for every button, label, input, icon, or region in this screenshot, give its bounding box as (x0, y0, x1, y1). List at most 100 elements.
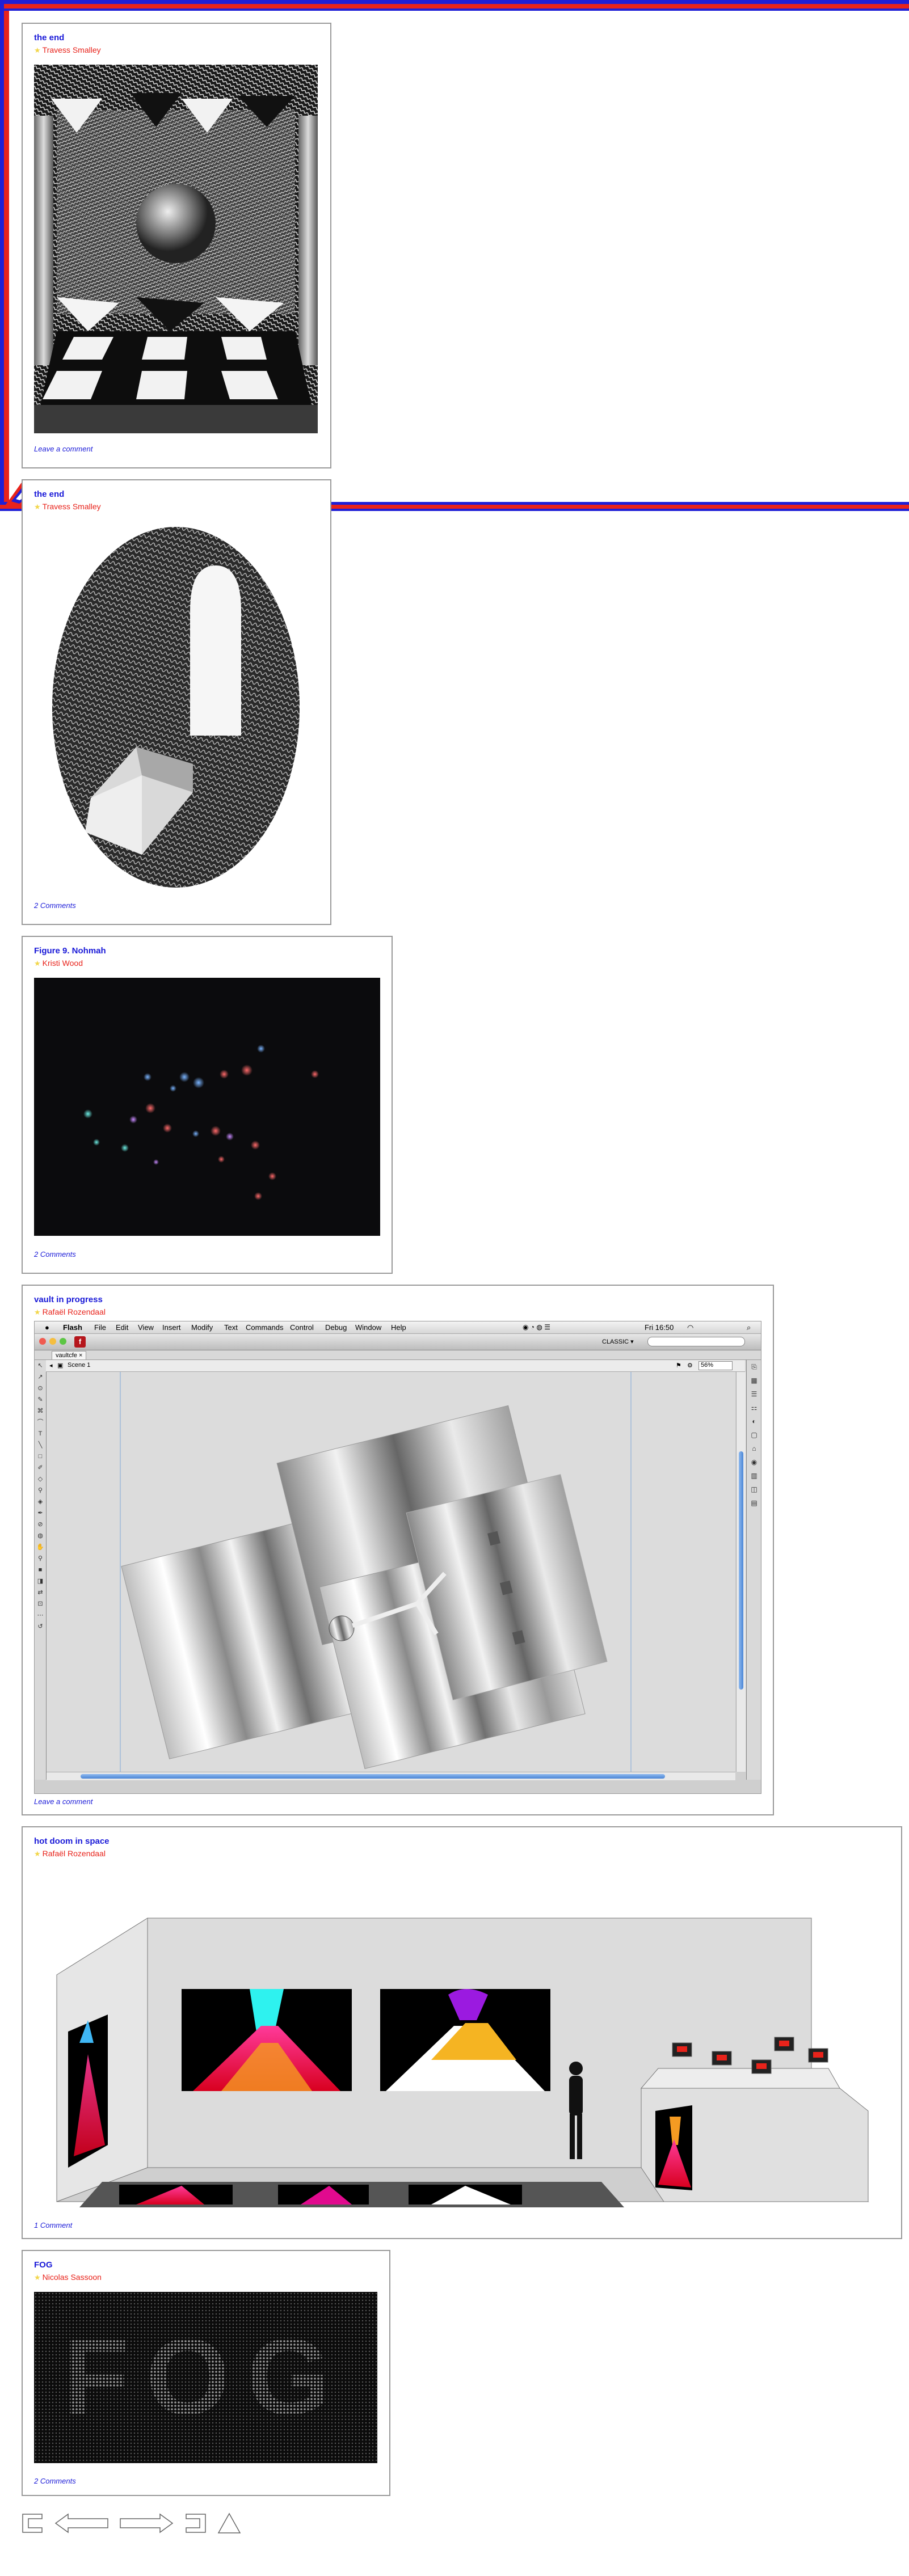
post-fog: FOG ★ Nicolas Sassoon FOG 2 Comments (22, 2250, 390, 2496)
star-icon: ★ (34, 46, 41, 54)
stage-canvas[interactable] (47, 1372, 735, 1772)
comments-link[interactable]: Leave a comment (34, 445, 92, 453)
top-border-stripe-red (0, 4, 909, 9)
author-name[interactable]: Nicolas Sassoon (43, 2273, 102, 2282)
menu-debug[interactable]: Debug (325, 1323, 347, 1332)
post-author[interactable]: ★ Nicolas Sassoon (34, 2273, 102, 2282)
comments-link[interactable]: 1 Comment (34, 2221, 72, 2229)
scene-icon: ▣ (57, 1362, 64, 1369)
tools-panel: ↖ ↗ ⊙ ✎ ⌘ ⌒ T ╲ □ ✐ ◇ ⚲ ◈ ✒ ⊘ ◍ ✋ ⚲ ■ ◨ ⇄ ⊡ ⋯ ↺ (35, 1360, 47, 1780)
post-the-end-2: the end ★ Travess Smalley 2 Comments (22, 479, 331, 925)
post-the-end-1: the end ★ Travess Smalley Leave a commen… (22, 23, 331, 468)
hscroll-thumb[interactable] (81, 1774, 665, 1779)
flash-app-icon: f (74, 1336, 86, 1348)
post-title[interactable]: FOG (34, 2260, 53, 2270)
menu-file[interactable]: File (94, 1323, 106, 1332)
mac-menubar: ● Flash File Edit View Insert Modify Tex… (35, 1321, 761, 1334)
post-author[interactable]: ★ Rafaël Rozendaal (34, 1849, 106, 1859)
apple-icon[interactable]: ● (45, 1323, 49, 1332)
post-title[interactable]: vault in progress (34, 1295, 103, 1304)
comments-link[interactable]: Leave a comment (34, 1797, 92, 1806)
artwork-the-end-pattern (34, 65, 318, 433)
flash-screenshot: ● Flash File Edit View Insert Modify Tex… (34, 1321, 761, 1794)
left-border-stripe-blue (0, 0, 4, 510)
menu-modify[interactable]: Modify (191, 1323, 213, 1332)
vscroll-thumb[interactable] (739, 1451, 743, 1690)
edit-scene-icon[interactable]: ⚑ (676, 1362, 681, 1369)
fog-text: FOG (63, 2317, 348, 2437)
menu-commands[interactable]: Commands (246, 1323, 283, 1332)
star-icon: ★ (34, 1849, 41, 1858)
post-author[interactable]: ★ Travess Smalley (34, 45, 101, 55)
back-arrow-icon[interactable]: ◂ (49, 1362, 53, 1369)
close-button[interactable] (39, 1338, 46, 1345)
comments-link[interactable]: 2 Comments (34, 901, 76, 910)
author-name[interactable]: Rafaël Rozendaal (43, 1849, 106, 1858)
wifi-icon: ◠ (687, 1323, 694, 1332)
post-hot-doom-in-space: hot doom in space ★ Rafaël Rozendaal 1 C… (22, 1826, 902, 2239)
first-page-icon[interactable] (22, 2512, 44, 2535)
author-name[interactable]: Rafaël Rozendaal (43, 1307, 106, 1316)
star-icon: ★ (34, 2273, 41, 2282)
search-icon[interactable]: ⌕ (747, 1323, 751, 1332)
menu-help[interactable]: Help (391, 1323, 406, 1332)
menu-view[interactable]: View (138, 1323, 154, 1332)
post-title[interactable]: Figure 9. Nohmah (34, 946, 106, 956)
horizontal-scrollbar[interactable] (47, 1772, 735, 1780)
top-border-stripe-blue-2 (0, 9, 909, 11)
post-title[interactable]: the end (34, 489, 64, 499)
tool-icons[interactable]: ↖ ↗ ⊙ ✎ ⌘ ⌒ T ╲ □ ✐ ◇ ⚲ ◈ ✒ ⊘ ◍ ✋ ⚲ ■ ◨ ⇄ ⊡ ⋯ ↺ (35, 1360, 46, 1632)
author-name[interactable]: Kristi Wood (43, 958, 83, 968)
vault-artwork (120, 1372, 632, 1772)
menu-window[interactable]: Window (355, 1323, 381, 1332)
pagination (22, 2510, 260, 2538)
post-title[interactable]: the end (34, 33, 64, 43)
post-vault-in-progress: vault in progress ★ Rafaël Rozendaal ● Fl… (22, 1285, 774, 1815)
vertical-scrollbar[interactable] (736, 1372, 746, 1772)
post-title[interactable]: hot doom in space (34, 1836, 110, 1846)
right-dock-panel: ⎘ ▦ ☰ ⚏ ◐ ▢ ⌂ ◉ ▥ ◫ ▤ (746, 1360, 761, 1780)
zoom-field[interactable]: 56% (698, 1361, 733, 1370)
top-border-stripe-blue (0, 0, 909, 4)
star-icon: ★ (34, 1308, 41, 1316)
post-author[interactable]: ★ Travess Smalley (34, 502, 101, 512)
post-author[interactable]: ★ Kristi Wood (34, 958, 83, 968)
artwork-fog: FOG (34, 2292, 377, 2463)
help-search-input[interactable] (647, 1337, 745, 1346)
author-name[interactable]: Travess Smalley (43, 502, 101, 511)
edit-symbol-icon[interactable]: ⚙ (687, 1362, 693, 1369)
menu-insert[interactable]: Insert (162, 1323, 181, 1332)
previous-page-icon[interactable] (54, 2512, 109, 2535)
menu-edit[interactable]: Edit (116, 1323, 128, 1332)
left-border-stripe-red (4, 11, 9, 510)
artwork-dark-dots (34, 978, 380, 1236)
tab-close-icon[interactable]: × (79, 1352, 82, 1359)
workspace-menu[interactable]: CLASSIC ▾ (602, 1338, 634, 1345)
author-name[interactable]: Travess Smalley (43, 45, 101, 54)
menu-text[interactable]: Text (224, 1323, 238, 1332)
last-page-icon[interactable] (184, 2512, 207, 2535)
next-page-icon[interactable] (119, 2512, 174, 2535)
post-figure-9: Figure 9. Nohmah ★ Kristi Wood 2 Comments (22, 936, 393, 1274)
minimize-button[interactable] (49, 1338, 56, 1345)
artwork-oval-landscape (52, 527, 300, 888)
star-icon: ★ (34, 502, 41, 511)
menu-flash[interactable]: Flash (63, 1323, 82, 1332)
comments-link[interactable]: 2 Comments (34, 2477, 76, 2485)
scene-label[interactable]: Scene 1 (68, 1362, 90, 1369)
zoom-button[interactable] (60, 1338, 66, 1345)
menu-control[interactable]: Control (290, 1323, 314, 1332)
comments-link[interactable]: 2 Comments (34, 1250, 76, 1259)
artwork-gallery-installation (34, 1873, 888, 2213)
document-tab[interactable]: vaultcfe × (52, 1351, 87, 1360)
dock-icons[interactable]: ⎘ ▦ ☰ ⚏ ◐ ▢ ⌂ ◉ ▥ ◫ ▤ (747, 1360, 761, 1510)
top-icon[interactable] (217, 2512, 242, 2535)
star-icon: ★ (34, 959, 41, 968)
status-icons: ◉ ◔ ◍ ☰ (523, 1323, 550, 1331)
edit-bar: ◂ ▣ Scene 1 ⚑ ⚙ 56% (46, 1360, 745, 1372)
tab-label: vaultcfe (56, 1352, 77, 1359)
post-author[interactable]: ★ Rafaël Rozendaal (34, 1307, 106, 1317)
window-titlebar: f CLASSIC ▾ (35, 1334, 761, 1350)
document-tabbar: vaultcfe × (35, 1350, 761, 1360)
clock: Fri 16:50 (645, 1323, 674, 1332)
